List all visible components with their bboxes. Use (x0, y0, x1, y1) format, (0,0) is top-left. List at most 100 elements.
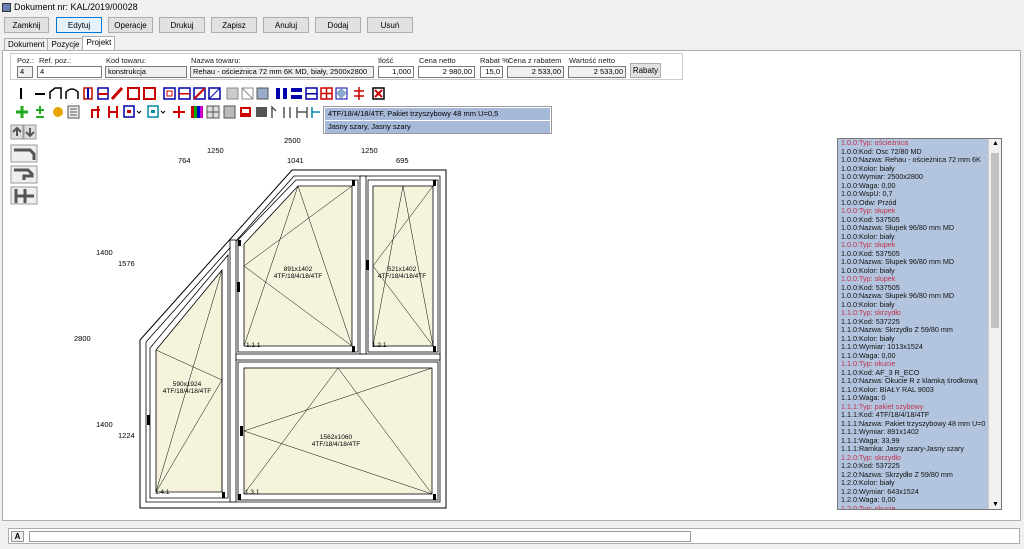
glass-label-1: 891x1402 4TF/18/4/18/4TF (273, 266, 323, 280)
side-tools (10, 124, 38, 205)
profile-cross-icon[interactable] (10, 186, 38, 205)
sash-blue-icon[interactable] (147, 105, 166, 118)
nazwa-field[interactable]: Rehau - ościeżnica 72 mm 6K MD, biały, 2… (190, 66, 374, 78)
status-a-button[interactable]: A (11, 531, 24, 542)
arrow-icon[interactable] (271, 105, 277, 118)
edit-button[interactable]: Edytuj (56, 17, 102, 33)
sash-d-icon[interactable] (193, 87, 206, 100)
glass-id-1: 1.1.1 (246, 342, 261, 349)
wartosc-label: Wartość netto (569, 56, 615, 65)
profile-corner-icon[interactable] (10, 144, 38, 163)
sash-icon[interactable] (163, 87, 176, 100)
refpoz-field[interactable]: 4 (37, 66, 102, 78)
scroll-thumb[interactable] (991, 153, 999, 328)
add-button[interactable]: Dodaj (315, 17, 361, 33)
list-icon[interactable] (223, 105, 236, 119)
delete-element-icon[interactable] (372, 87, 385, 100)
down-arrow-icon[interactable] (23, 124, 37, 140)
frame-icon[interactable] (127, 87, 140, 100)
window-title: Dokument nr: KAL/2019/00028 (2, 1, 138, 13)
cena-rabat-label: Cena z rabatem (508, 56, 562, 65)
tab-projekt[interactable]: Projekt (82, 36, 116, 50)
print-button[interactable]: Drukuj (159, 17, 205, 33)
properties-list[interactable]: 1.0.0:Typ: ościeżnica 1.0.0:Kod: Osc 72/8… (837, 138, 1002, 510)
extend-icon[interactable] (296, 107, 308, 118)
grid-table-icon[interactable] (206, 105, 220, 119)
sash-add-icon[interactable] (123, 105, 142, 118)
status-field[interactable] (29, 531, 691, 542)
delete-button[interactable]: Usuń (367, 17, 413, 33)
dim-1400-top: 1400 (96, 248, 113, 257)
scroll-down-icon[interactable]: ▼ (992, 501, 999, 508)
grid-icon[interactable] (305, 87, 318, 100)
add-green-icon[interactable] (16, 106, 28, 118)
close-button[interactable]: Zamknij (4, 17, 49, 33)
dim-1400-bottom: 1400 (96, 420, 113, 429)
horizontal-bar-icon[interactable] (35, 93, 45, 95)
notes-icon[interactable] (67, 105, 80, 119)
vertical-bar-icon[interactable] (20, 88, 22, 99)
property-line[interactable]: 1.2.0:Typ: okucie (838, 504, 1001, 509)
cena-rabat-field[interactable]: 2 533,00 (507, 66, 564, 78)
rotate-icon[interactable] (335, 87, 348, 100)
window-drawing[interactable] (60, 130, 460, 520)
column-icon[interactable] (83, 87, 93, 100)
pointer-icon[interactable] (311, 107, 320, 118)
window-title-text: Dokument nr: KAL/2019/00028 (14, 2, 138, 12)
dim-left-half: 1250 (207, 146, 224, 155)
mullion-icon[interactable] (276, 88, 287, 99)
tab-pozycje[interactable]: Pozycje (47, 38, 84, 50)
status-bar: A (8, 528, 1020, 544)
cena-field[interactable]: 2 980,00 (418, 66, 475, 78)
screen-icon[interactable] (256, 107, 267, 117)
split-icon[interactable] (97, 87, 109, 100)
move-icon[interactable] (173, 106, 185, 118)
split-v-icon[interactable] (108, 106, 118, 118)
dim-total-height: 2800 (74, 334, 91, 343)
wartosc-field[interactable]: 2 533,00 (568, 66, 626, 78)
corner-shape-icon[interactable] (49, 87, 62, 99)
device-icon[interactable] (240, 107, 251, 117)
join-icon[interactable] (91, 106, 100, 118)
sash-h-icon[interactable] (178, 87, 191, 100)
handle-icon[interactable] (53, 107, 63, 117)
poz-label: Poz.: (17, 56, 35, 65)
color-palette-icon[interactable] (191, 106, 203, 118)
tab-strip: Dokument Pozycje Projekt (4, 36, 116, 50)
glass-info-line1[interactable]: 4TF/18/4/18/4TF, Pakiet trzyszybowy 48 m… (325, 108, 550, 120)
refpoz-label: Ref. poz.: (39, 56, 72, 65)
glass-id-4: 1.3.1 (245, 489, 260, 496)
ilosc-label: Ilość (378, 56, 394, 65)
rabaty-button[interactable]: Rabaty (630, 63, 661, 78)
glass-blue-icon[interactable] (256, 87, 269, 100)
dim-1041: 1041 (287, 156, 304, 165)
kod-field[interactable]: konstrukcja (105, 66, 187, 78)
cancel-button[interactable]: Anuluj (263, 17, 309, 33)
tab-dokument[interactable]: Dokument (4, 38, 49, 50)
transom-icon[interactable] (291, 88, 302, 99)
properties-scrollbar[interactable]: ▲ ▼ (988, 139, 1001, 509)
cut-icon[interactable] (354, 87, 364, 100)
glass-grey-icon[interactable] (226, 87, 239, 100)
glass-cross-icon[interactable] (241, 87, 254, 100)
operations-button[interactable]: Operacje (108, 17, 153, 33)
dim-695: 695 (396, 156, 409, 165)
rabat-field[interactable]: 15,0 (480, 66, 503, 78)
save-button[interactable]: Zapisz (211, 17, 257, 33)
cross-grid-icon[interactable] (320, 87, 333, 100)
diagonal-icon[interactable] (110, 86, 124, 101)
dim-1576: 1576 (118, 259, 135, 268)
dim-right-half: 1250 (361, 146, 378, 155)
profile-bend-icon[interactable] (10, 165, 38, 184)
ilosc-field[interactable]: 1,000 (378, 66, 414, 78)
nazwa-label: Nazwa towaru: (191, 56, 241, 65)
poz-field[interactable]: 4 (17, 66, 33, 78)
sash-d2-icon[interactable] (208, 87, 221, 100)
swap-icon[interactable] (283, 107, 291, 118)
scroll-up-icon[interactable]: ▲ (992, 140, 999, 147)
frame2-icon[interactable] (143, 87, 156, 100)
plus-minus-icon[interactable] (36, 106, 44, 118)
dim-764: 764 (178, 156, 191, 165)
up-arrow-icon[interactable] (10, 124, 24, 140)
arch-shape-icon[interactable] (65, 88, 79, 99)
